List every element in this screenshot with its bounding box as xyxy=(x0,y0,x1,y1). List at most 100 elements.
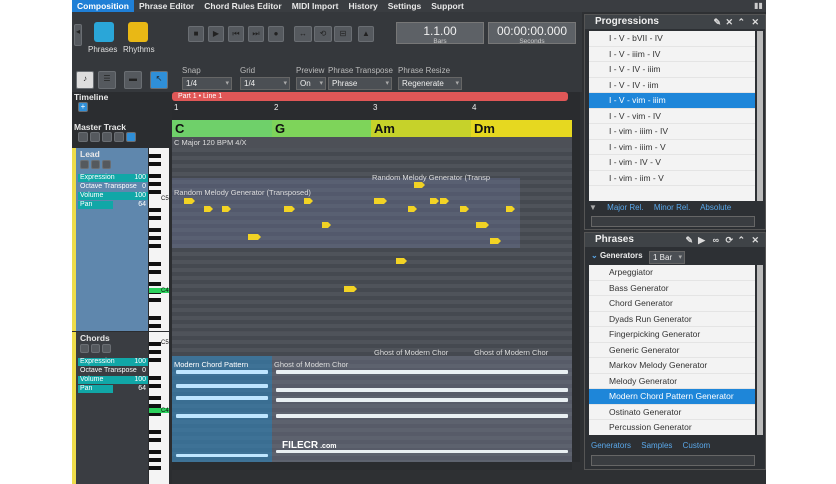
preview-select[interactable]: On xyxy=(296,77,326,90)
phrase-item[interactable]: Fingerpicking Generator xyxy=(589,327,755,343)
chords-segment-3[interactable]: Ghost of Modern Chor xyxy=(374,348,470,357)
speaker-icon[interactable] xyxy=(126,132,136,142)
filter-icon[interactable]: ▼ xyxy=(589,203,597,212)
phrases-scrollbar[interactable] xyxy=(757,265,763,435)
list-icon[interactable]: ☰ xyxy=(98,71,116,89)
chord-note-row[interactable] xyxy=(176,370,268,374)
lead-note[interactable] xyxy=(408,206,417,212)
lead-piano-keys[interactable]: C5 C4 xyxy=(149,148,169,331)
progression-item[interactable]: I - V - vim - IV xyxy=(589,109,755,124)
phrase-item[interactable]: Dyads Run Generator xyxy=(589,312,755,327)
chords-segment-2[interactable]: Ghost of Modern Chor xyxy=(274,360,370,369)
lead-solo-icon[interactable] xyxy=(91,160,100,169)
chords-expression[interactable]: Expression 100 xyxy=(78,358,148,366)
menu-phrase-editor[interactable]: Phrase Editor xyxy=(134,0,199,12)
tab-generators[interactable]: Generators xyxy=(591,441,631,450)
tools-icon[interactable]: ✕ xyxy=(725,15,733,29)
record-icon[interactable]: ● xyxy=(268,26,284,42)
phrase-resize-select[interactable]: Regenerate xyxy=(398,77,462,90)
phrase-item[interactable]: Melody Generator xyxy=(589,374,755,389)
lead-note[interactable] xyxy=(304,198,313,204)
lead-note[interactable] xyxy=(414,182,425,188)
chord-dm[interactable]: Dm xyxy=(471,120,572,137)
mute-icon[interactable] xyxy=(78,132,88,142)
lead-octave-transpose[interactable]: Octave Transpose 0 xyxy=(78,183,148,191)
range-icon[interactable]: ↔ xyxy=(294,26,312,42)
play-icon[interactable]: ▶ xyxy=(698,233,705,247)
select-tool-icon[interactable]: ↖ xyxy=(150,71,168,89)
chords-mute-icon[interactable] xyxy=(80,344,89,353)
chord-note-row[interactable] xyxy=(276,414,568,418)
wrench-icon[interactable]: ✎ xyxy=(713,15,721,29)
menu-history[interactable]: History xyxy=(343,0,382,12)
lead-note[interactable] xyxy=(476,222,489,228)
lead-note[interactable] xyxy=(248,234,261,240)
midi-icon[interactable]: ⊟ xyxy=(334,26,352,42)
phrase-item[interactable]: Arpeggiator xyxy=(589,265,755,281)
loop-icon[interactable]: ⟲ xyxy=(314,26,332,42)
book-icon[interactable]: ▮▮ xyxy=(754,1,764,11)
rhythms-icon[interactable] xyxy=(128,22,148,42)
skip-back-icon[interactable]: ⏮ xyxy=(228,26,244,42)
lead-mute-icon[interactable] xyxy=(80,160,89,169)
lead-note[interactable] xyxy=(440,198,449,204)
part-label[interactable]: Part 1 • Line 1 xyxy=(172,92,568,101)
phrase-item[interactable]: Markov Melody Generator xyxy=(589,358,755,374)
progression-item[interactable]: I - V - IV - iiim xyxy=(589,62,755,78)
lead-note[interactable] xyxy=(322,222,331,228)
phrase-item-selected[interactable]: Modern Chord Pattern Generator xyxy=(589,389,755,405)
menu-midi-import[interactable]: MIDI Import xyxy=(287,0,344,12)
lead-note[interactable] xyxy=(184,198,195,204)
lead-note[interactable] xyxy=(506,206,515,212)
tab-samples[interactable]: Samples xyxy=(641,441,672,450)
skip-forward-icon[interactable]: ⏭ xyxy=(248,26,264,42)
wrench-icon[interactable]: ✎ xyxy=(685,233,693,247)
collapse-icon[interactable]: ⌃ xyxy=(737,15,745,29)
chord-am[interactable]: Am xyxy=(371,120,471,137)
metronome-icon[interactable]: ▲ xyxy=(358,26,374,42)
progression-item[interactable]: I - vim - iiim - V xyxy=(589,140,755,155)
menu-chord-rules-editor[interactable]: Chord Rules Editor xyxy=(199,0,286,12)
chord-g[interactable]: G xyxy=(272,120,371,137)
chord-note-row[interactable] xyxy=(176,384,268,388)
lead-segment-2[interactable]: Random Melody Generator (Transp xyxy=(372,173,520,182)
arrangement-grid[interactable]: Part 1 • Line 1 1 2 3 4 C G Am Dm C Majo… xyxy=(172,92,572,462)
track-list-icon[interactable] xyxy=(102,132,112,142)
vertical-scrollbar[interactable] xyxy=(572,92,580,462)
close-icon[interactable]: ✕ xyxy=(751,233,759,247)
lead-list-icon[interactable] xyxy=(102,160,111,169)
chords-list-icon[interactable] xyxy=(102,344,111,353)
lead-segment-1[interactable]: Random Melody Generator (Transposed) xyxy=(174,188,372,197)
phrase-transpose-select[interactable]: Phrase xyxy=(328,77,392,90)
tab-custom[interactable]: Custom xyxy=(683,441,711,450)
snap-select[interactable]: 1/4 xyxy=(182,77,232,90)
progression-item[interactable]: I - vim - IV - V xyxy=(589,155,755,171)
lead-note[interactable] xyxy=(204,206,213,212)
chord-note-row[interactable] xyxy=(276,388,568,392)
chord-note-row[interactable] xyxy=(276,370,568,374)
keyboard-icon[interactable]: ▬ xyxy=(124,71,142,89)
link-icon[interactable]: ∞ xyxy=(713,233,719,247)
lead-pan[interactable]: Pan 64 xyxy=(78,201,148,209)
lead-note[interactable] xyxy=(344,286,357,292)
phrases-search[interactable] xyxy=(591,455,755,466)
progression-item-selected[interactable]: I - V - vim - iiim xyxy=(589,93,755,109)
lead-note[interactable] xyxy=(430,198,439,204)
tab-major-rel[interactable]: Major Rel. xyxy=(607,203,643,212)
lead-note[interactable] xyxy=(460,206,469,212)
note-icon[interactable]: ♪ xyxy=(76,71,94,89)
chords-solo-icon[interactable] xyxy=(91,344,100,353)
chords-piano-keys[interactable]: C5 C4 xyxy=(149,332,169,484)
progression-item[interactable]: I - V - IV - iim xyxy=(589,78,755,93)
phrase-item[interactable]: Ostinato Generator xyxy=(589,405,755,420)
menu-composition[interactable]: Composition xyxy=(72,0,134,12)
lead-expression[interactable]: Expression 100 xyxy=(78,174,148,182)
chord-note-row[interactable] xyxy=(176,396,268,400)
progression-item[interactable]: I - V - bVII - IV xyxy=(589,31,755,47)
close-icon[interactable]: ✕ xyxy=(751,15,759,29)
phrases-icon[interactable] xyxy=(94,22,114,42)
add-icon[interactable]: + xyxy=(78,102,88,112)
chord-c[interactable]: C xyxy=(172,120,272,137)
chords-pan[interactable]: Pan 64 xyxy=(78,385,148,393)
chord-note-row[interactable] xyxy=(176,414,268,418)
